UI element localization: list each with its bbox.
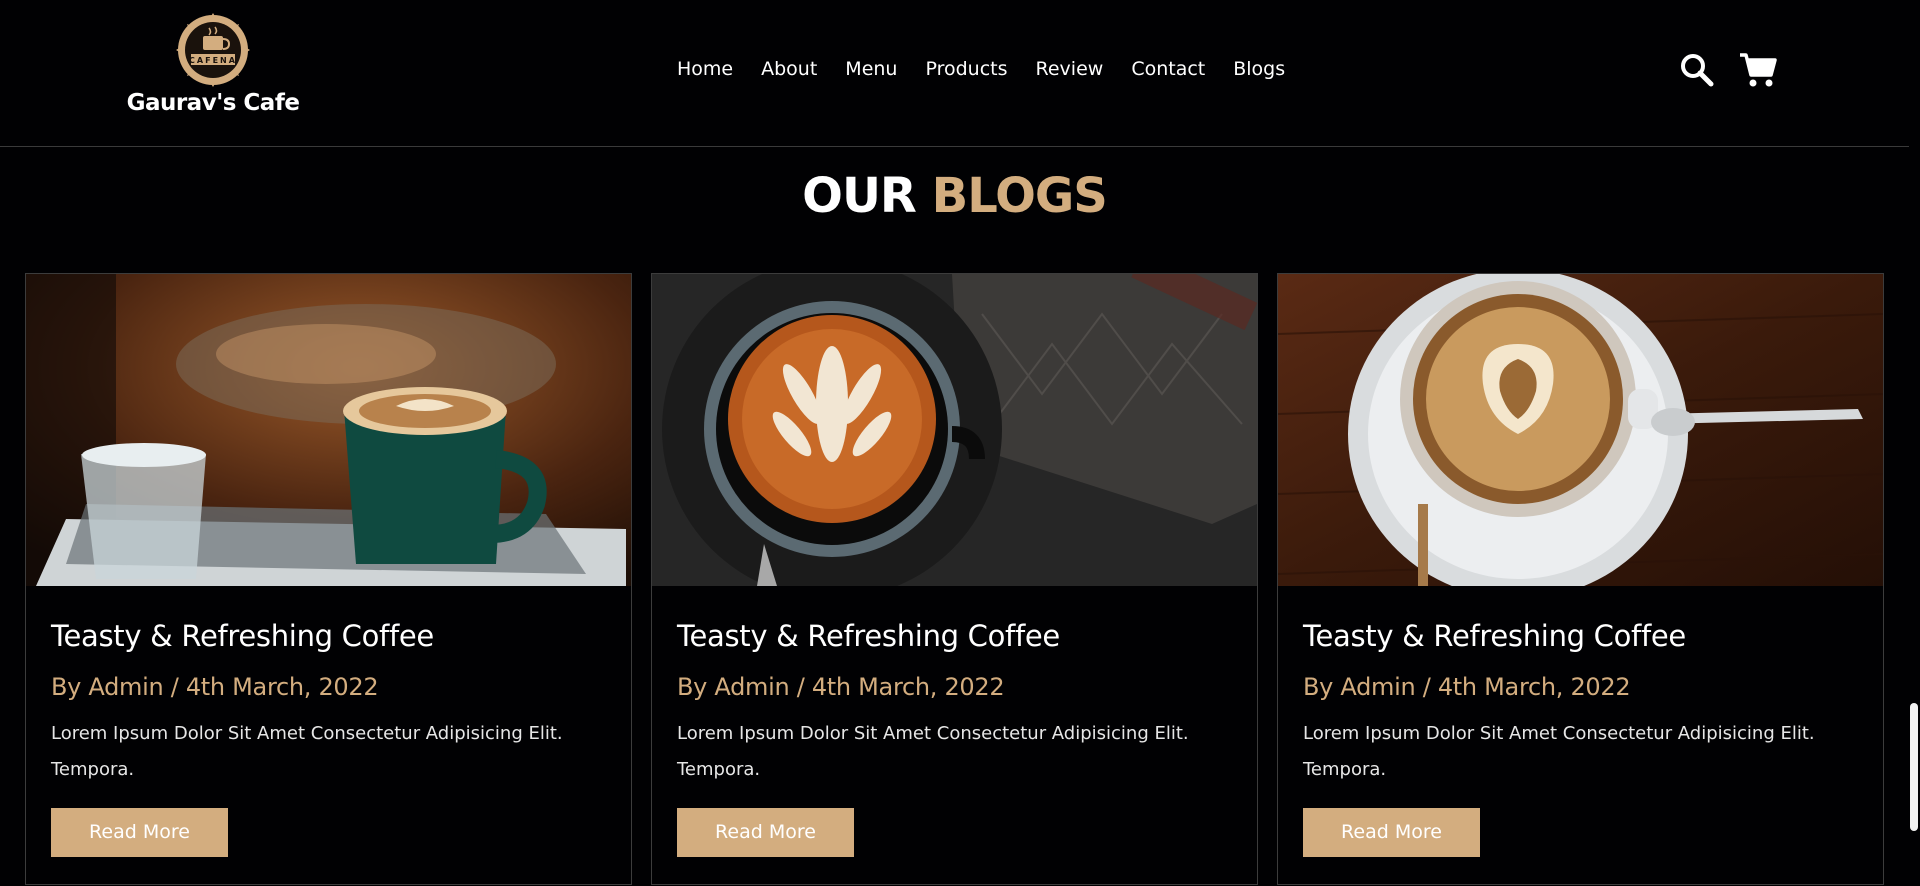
badge-text: CAFENA <box>189 56 237 65</box>
read-more-button[interactable]: Read More <box>1303 808 1480 857</box>
blog-meta: By Admin / 4th March, 2022 <box>51 673 379 701</box>
logo[interactable]: CAFENA Gaurav's Cafe <box>127 12 300 116</box>
cart-icon[interactable] <box>1739 52 1777 93</box>
blog-description: Lorem Ipsum Dolor Sit Amet Consectetur A… <box>677 723 1189 780</box>
blog-description: Lorem Ipsum Dolor Sit Amet Consectetur A… <box>51 723 563 780</box>
blog-image[interactable] <box>1278 274 1883 586</box>
blog-card: Teasty & Refreshing Coffee By Admin / 4t… <box>25 273 632 885</box>
scrollbar-thumb[interactable] <box>1910 703 1918 831</box>
brand-name: Gaurav's Cafe <box>126 90 300 116</box>
nav-blogs[interactable]: Blogs <box>1233 58 1285 80</box>
main-nav: Home About Menu Products Review Contact … <box>677 58 1313 80</box>
section-title: OUR BLOGS <box>0 168 1909 224</box>
nav-home[interactable]: Home <box>677 58 733 80</box>
section-title-word-2: BLOGS <box>931 168 1108 224</box>
nav-about[interactable]: About <box>761 58 817 80</box>
site-header: CAFENA Gaurav's Cafe Home About Menu Pro… <box>0 0 1909 147</box>
blog-image[interactable] <box>652 274 1257 586</box>
header-actions <box>1679 52 1777 93</box>
read-more-button[interactable]: Read More <box>51 808 228 857</box>
blog-meta: By Admin / 4th March, 2022 <box>677 673 1005 701</box>
blog-card: Teasty & Refreshing Coffee By Admin / 4t… <box>1277 273 1884 885</box>
blog-card: Teasty & Refreshing Coffee By Admin / 4t… <box>651 273 1258 885</box>
nav-review[interactable]: Review <box>1036 58 1104 80</box>
nav-products[interactable]: Products <box>925 58 1007 80</box>
cafena-badge-icon: CAFENA <box>176 13 250 87</box>
nav-contact[interactable]: Contact <box>1131 58 1205 80</box>
blog-meta: By Admin / 4th March, 2022 <box>1303 673 1631 701</box>
blog-title[interactable]: Teasty & Refreshing Coffee <box>51 619 606 653</box>
section-title-word-1: OUR <box>802 168 917 224</box>
blog-title[interactable]: Teasty & Refreshing Coffee <box>1303 619 1858 653</box>
blog-image[interactable] <box>26 274 631 586</box>
blog-title[interactable]: Teasty & Refreshing Coffee <box>677 619 1232 653</box>
nav-menu[interactable]: Menu <box>845 58 897 80</box>
blog-description: Lorem Ipsum Dolor Sit Amet Consectetur A… <box>1303 723 1815 780</box>
read-more-button[interactable]: Read More <box>677 808 854 857</box>
search-icon[interactable] <box>1679 52 1715 93</box>
